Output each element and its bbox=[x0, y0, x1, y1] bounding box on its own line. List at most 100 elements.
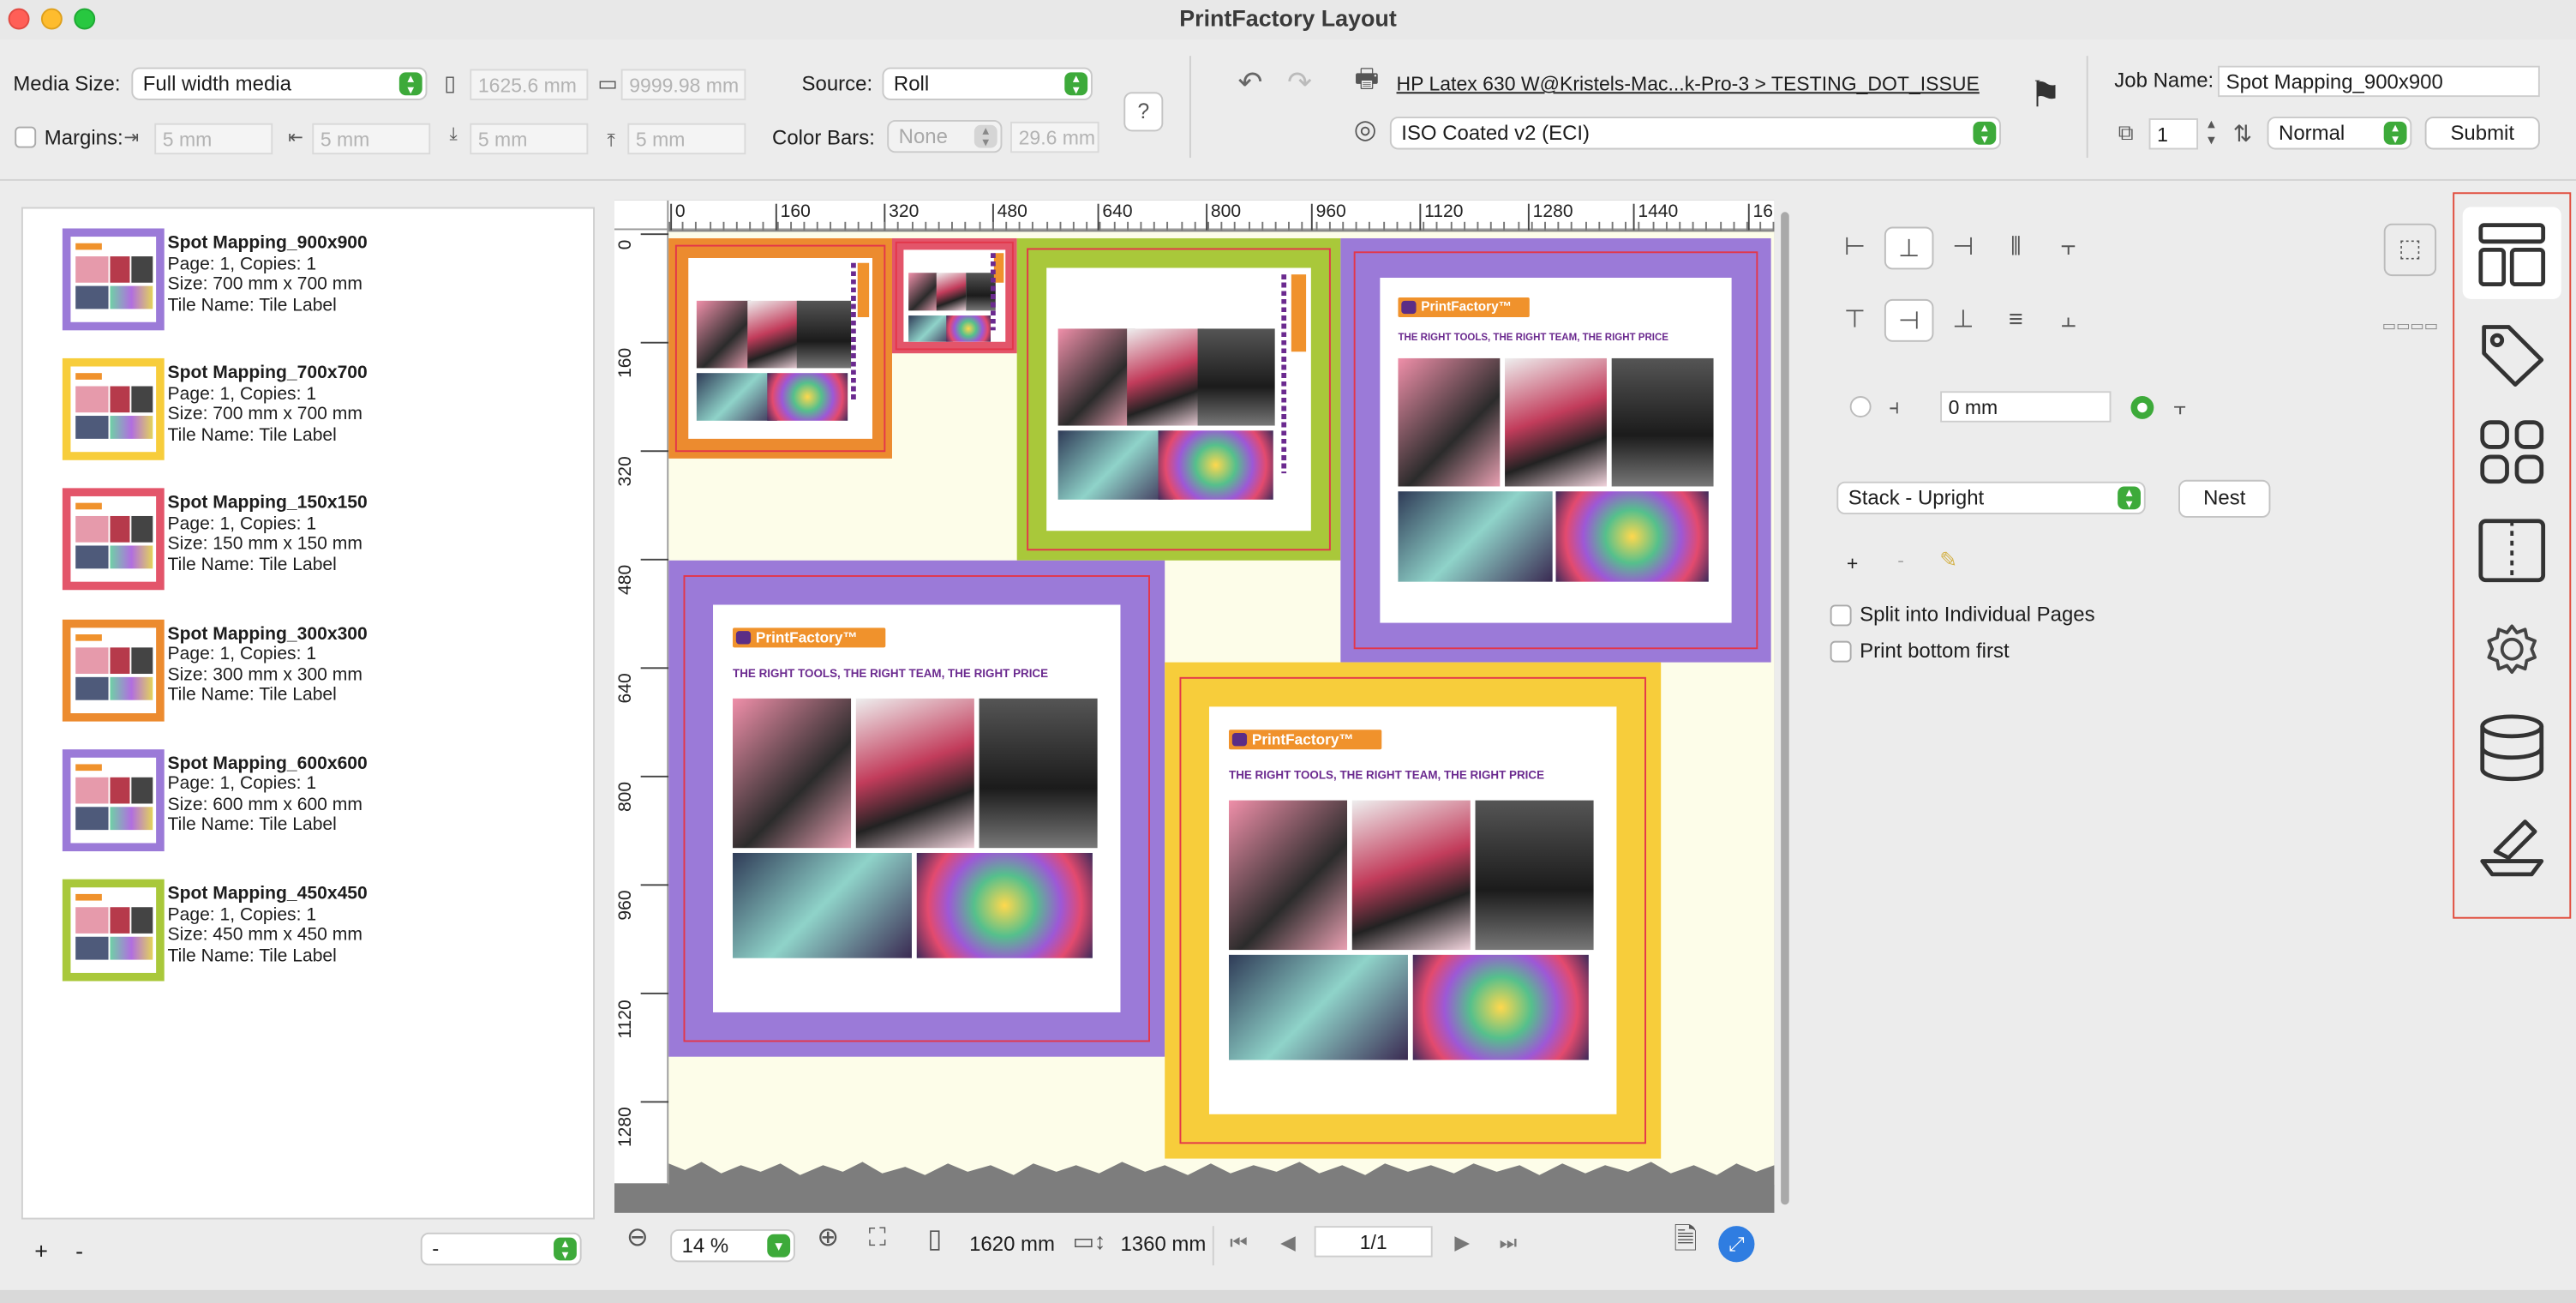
distribute-vertical-icon[interactable]: ≡ bbox=[1992, 299, 2041, 342]
compass-icon[interactable]: ⤢ bbox=[1718, 1226, 1755, 1263]
arrangement-select[interactable]: Stack - Upright ▴ ▾ bbox=[1836, 481, 2146, 515]
next-page-icon[interactable]: ▶ bbox=[1449, 1229, 1476, 1256]
source-select[interactable]: Roll ▴ ▾ bbox=[882, 67, 1093, 100]
align-center-horizontal-icon[interactable]: ⊥ bbox=[1884, 226, 1934, 270]
job-list-item[interactable]: Spot Mapping_300x300 Page: 1, Copies: 1 Si… bbox=[62, 618, 588, 724]
layout-tile[interactable]: PrintFactory™ THE RIGHT TOOLS, THE RIGHT … bbox=[668, 560, 1165, 1057]
margin-bottom-field[interactable]: 5 mm bbox=[470, 123, 589, 155]
ruler-tick-label: 1280 bbox=[1532, 201, 1573, 222]
nest-button[interactable]: Nest bbox=[2178, 479, 2271, 518]
media-width-field[interactable]: 1625.6 mm bbox=[470, 69, 589, 100]
media-height-field[interactable]: 9999.98 mm bbox=[620, 69, 746, 100]
job-list-item[interactable]: Spot Mapping_450x450 Page: 1, Copies: 1 Si… bbox=[62, 879, 588, 985]
spacing-radio-fixed[interactable] bbox=[1849, 396, 1872, 417]
remove-job-button[interactable]: - bbox=[75, 1238, 83, 1264]
printfactory-logo: PrintFactory™ bbox=[1398, 297, 1530, 318]
margins-checkbox[interactable] bbox=[15, 126, 37, 148]
title-bar: PrintFactory Layout bbox=[0, 0, 2576, 40]
zoom-select[interactable]: 14 % ▾ bbox=[670, 1228, 795, 1263]
layout-tile[interactable] bbox=[891, 237, 1017, 354]
zoom-in-icon[interactable]: ⊕ bbox=[812, 1225, 844, 1252]
job-list-item[interactable]: Spot Mapping_150x150 Page: 1, Copies: 1 Si… bbox=[62, 489, 588, 594]
redo-icon[interactable]: ↷ bbox=[1281, 68, 1317, 98]
drag-handle-icon[interactable]: ▭▭▭▭ bbox=[2382, 312, 2438, 339]
printer-link[interactable]: HP Latex 630 W@Kristels-Mac...k-Pro-3 > … bbox=[1397, 72, 1980, 95]
remove-rule-button[interactable]: - bbox=[1897, 549, 1904, 572]
job-filter-select[interactable]: - ▴ ▾ bbox=[420, 1232, 582, 1266]
job-name-field[interactable]: Spot Mapping_900x900 bbox=[2218, 65, 2540, 98]
first-page-icon[interactable]: ⏮ bbox=[1225, 1229, 1252, 1256]
distribute-horizontal-icon[interactable]: ⫴ bbox=[1992, 227, 2041, 270]
toolbar-divider bbox=[2086, 56, 2088, 159]
split-pages-checkbox[interactable] bbox=[1830, 604, 1852, 627]
scrollbar-thumb[interactable] bbox=[1781, 212, 1789, 1205]
color-profile-select[interactable]: ISO Coated v2 (ECI) ▴ ▾ bbox=[1389, 117, 2002, 150]
previous-page-icon[interactable]: ◀ bbox=[1275, 1229, 1302, 1256]
align-center-vertical-icon[interactable]: ⊣ bbox=[1884, 298, 1934, 342]
zoom-out-icon[interactable]: ⊖ bbox=[621, 1225, 654, 1252]
margin-left-field[interactable]: 5 mm bbox=[154, 123, 273, 155]
ruler-minor-tick bbox=[1759, 221, 1762, 231]
undo-icon[interactable]: ↶ bbox=[1232, 68, 1268, 98]
database-icon[interactable] bbox=[2463, 700, 2561, 792]
ruler-tick-label: 320 bbox=[615, 456, 636, 487]
submit-button[interactable]: Submit bbox=[2424, 117, 2540, 150]
finish-flag-icon[interactable]: ⚑ bbox=[2024, 76, 2067, 112]
job-tile-name: Tile Name: Tile Label bbox=[167, 946, 337, 966]
ruler-minor-tick bbox=[951, 221, 954, 231]
print-preview-icon[interactable]: 🗎 bbox=[1662, 1224, 1709, 1254]
artwork-tagline: THE RIGHT TOOLS, THE RIGHT TEAM, THE RIG… bbox=[1398, 333, 1668, 344]
grid-icon[interactable] bbox=[2463, 405, 2561, 496]
add-job-button[interactable]: + bbox=[34, 1238, 48, 1264]
layout-canvas[interactable]: 0 160 320 480 640 800 960 1120 1280 1440 16 0 160 32… bbox=[614, 200, 1775, 1213]
layout-tile[interactable]: PrintFactory™ THE RIGHT TOOLS, THE RIGHT … bbox=[1165, 662, 1662, 1159]
align-right-icon[interactable]: ⊣ bbox=[1938, 227, 1988, 270]
color-bars-size-field[interactable]: 29.6 mm bbox=[1010, 121, 1099, 153]
tag-icon[interactable] bbox=[2463, 306, 2561, 398]
gear-icon[interactable] bbox=[2463, 602, 2561, 694]
priority-select[interactable]: Normal ▴ ▾ bbox=[2267, 117, 2412, 150]
page-field[interactable]: 1/1 bbox=[1314, 1226, 1433, 1258]
select-all-tiles-icon[interactable]: ⬚ bbox=[2383, 223, 2437, 277]
job-list-item[interactable]: Spot Mapping_600x600 Page: 1, Copies: 1 Si… bbox=[62, 748, 588, 855]
split-page-icon[interactable] bbox=[2463, 503, 2561, 595]
edit-pencil-icon[interactable]: ✎ bbox=[1935, 547, 1962, 573]
media-size-select[interactable]: Full width media ▴ ▾ bbox=[131, 67, 428, 100]
last-page-icon[interactable]: ⏭ bbox=[1495, 1229, 1522, 1256]
fit-to-window-icon[interactable]: ⛶ bbox=[861, 1225, 894, 1252]
ruler-minor-tick bbox=[1099, 221, 1102, 231]
ruler-minor-tick bbox=[1719, 221, 1722, 231]
add-rule-button[interactable]: + bbox=[1847, 552, 1858, 575]
copies-stepper[interactable]: ▴ ▾ bbox=[2202, 115, 2221, 147]
job-list-item[interactable]: Spot Mapping_900x900 Page: 1, Copies: 1 Si… bbox=[62, 228, 588, 333]
spacing-field[interactable]: 0 mm bbox=[1940, 391, 2112, 423]
align-top-icon[interactable]: ⊤ bbox=[1830, 299, 1880, 342]
copies-field[interactable]: 1 bbox=[2148, 118, 2199, 150]
align-bottom-icon[interactable]: ⊥ bbox=[1938, 299, 1988, 342]
layout-tile[interactable]: PrintFactory™ THE RIGHT TOOLS, THE RIGHT … bbox=[1340, 237, 1771, 663]
layout-tile[interactable] bbox=[1016, 237, 1341, 561]
right-sidebar bbox=[2453, 192, 2572, 919]
layout-icon[interactable] bbox=[2462, 207, 2561, 299]
ruler-minor-tick bbox=[843, 221, 846, 231]
cutter-icon[interactable] bbox=[2463, 799, 2561, 891]
layout-tile[interactable] bbox=[668, 237, 892, 459]
ruler-tick-label: 480 bbox=[997, 201, 1027, 222]
ruler-minor-tick bbox=[871, 221, 872, 231]
spacing-radio-auto[interactable] bbox=[2130, 396, 2154, 419]
align-left-icon[interactable]: ⊢ bbox=[1830, 227, 1880, 270]
margin-top-field[interactable]: 5 mm bbox=[627, 123, 746, 155]
color-bars-select[interactable]: None ▴ ▾ bbox=[887, 119, 1003, 153]
ruler-tick-label: 0 bbox=[674, 201, 686, 222]
distribute-spacing-horizontal-icon[interactable]: ⫟ bbox=[2044, 227, 2094, 270]
ruler-minor-tick bbox=[857, 221, 860, 231]
margin-right-field[interactable]: 5 mm bbox=[312, 123, 431, 155]
job-list-item[interactable]: Spot Mapping_700x700 Page: 1, Copies: 1 Si… bbox=[62, 358, 588, 464]
canvas-vertical-scrollbar[interactable] bbox=[1779, 207, 1791, 1210]
help-button[interactable]: ? bbox=[1123, 92, 1164, 132]
artwork-tagline: THE RIGHT TOOLS, THE RIGHT TEAM, THE RIG… bbox=[733, 669, 1049, 681]
distribute-spacing-vertical-icon[interactable]: ⫠ bbox=[2044, 299, 2094, 342]
artwork-photo bbox=[1555, 491, 1709, 582]
print-bottom-first-checkbox[interactable] bbox=[1830, 640, 1852, 663]
ruler-minor-tick bbox=[668, 221, 671, 231]
